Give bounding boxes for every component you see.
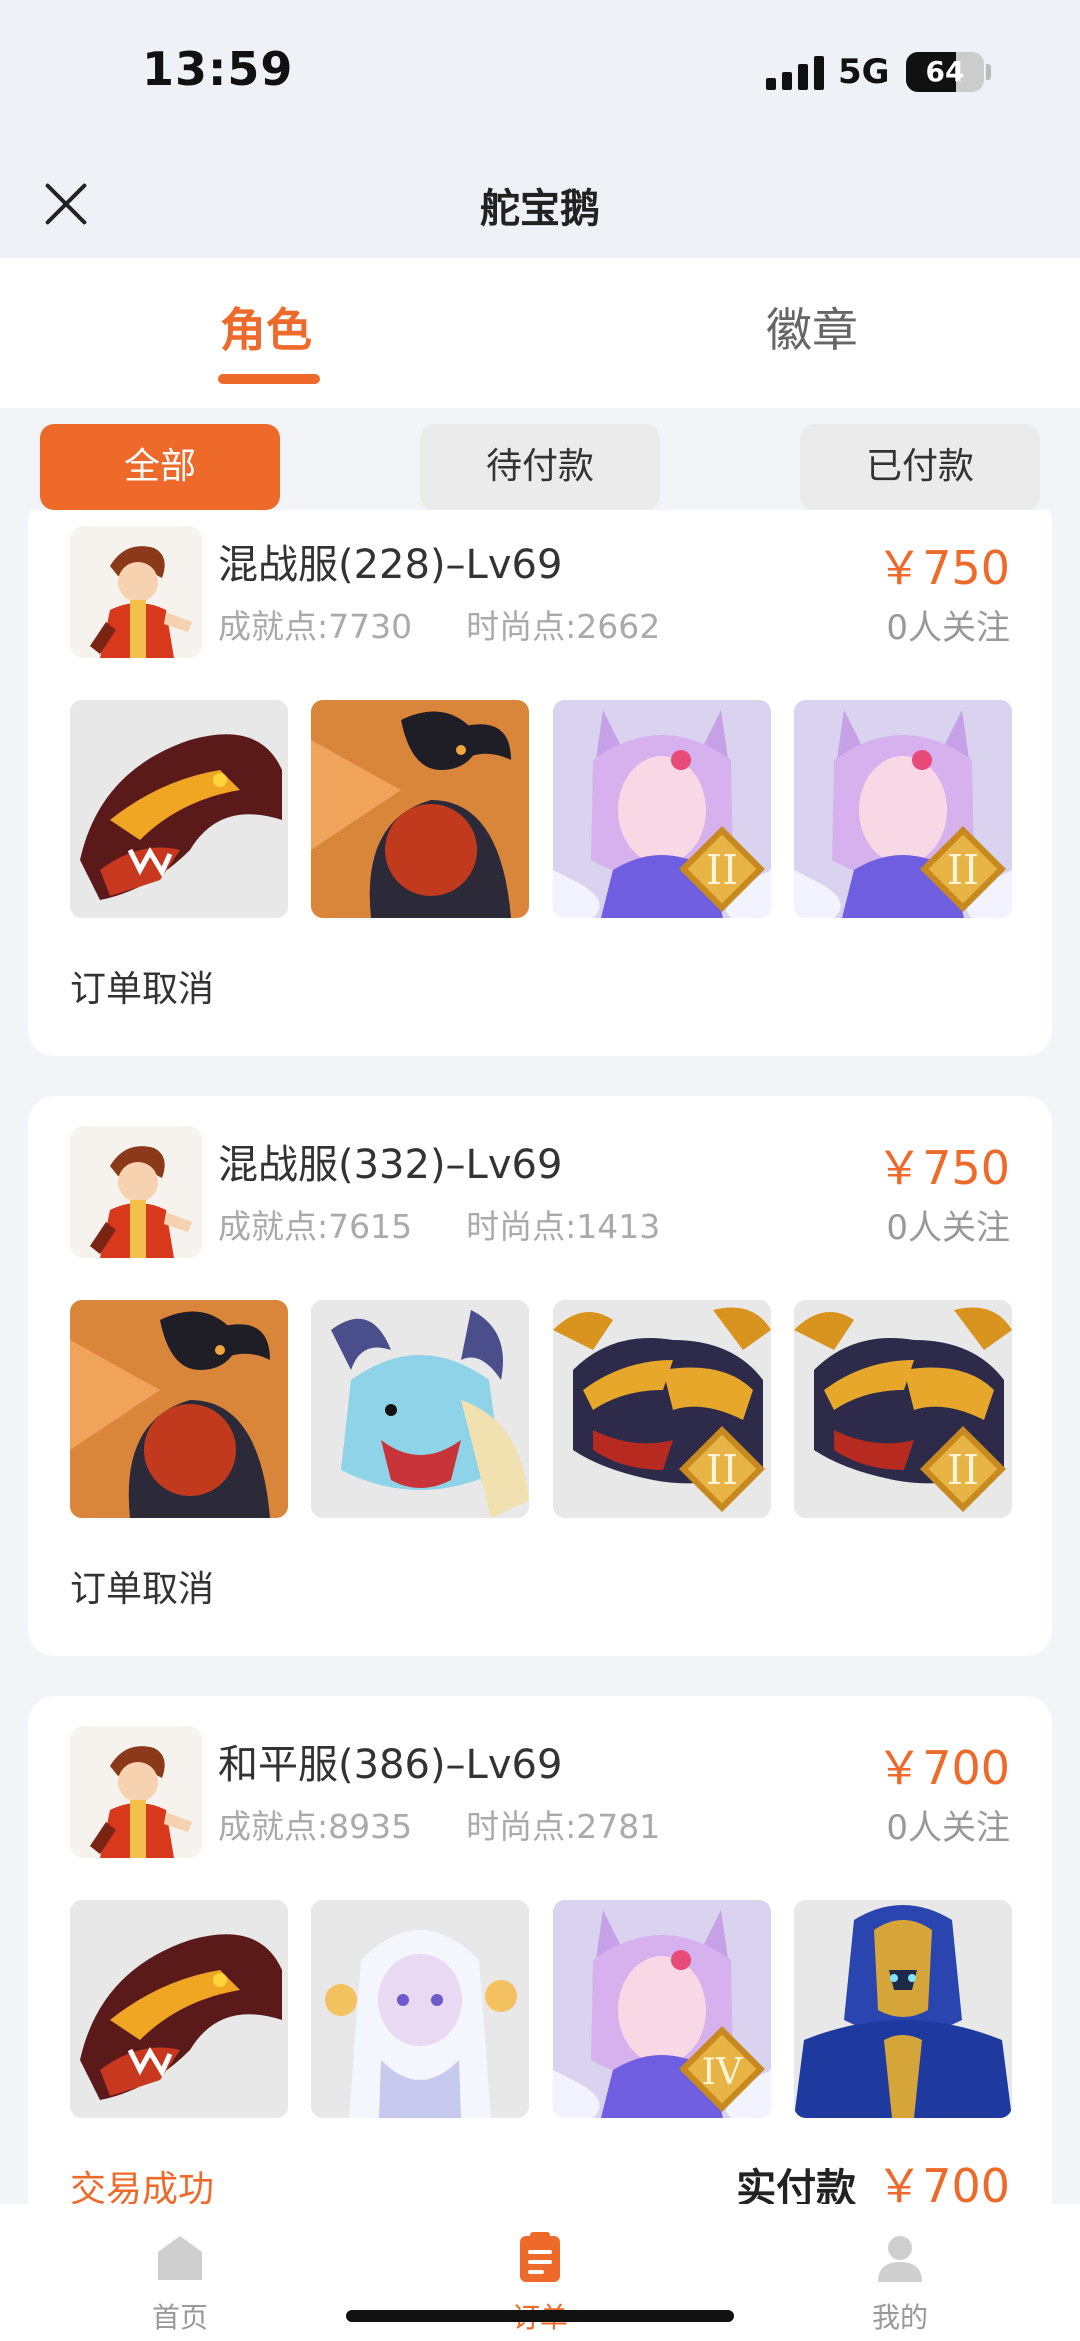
filter-paid-button[interactable]: 已付款 [800, 424, 1040, 510]
order-icon [520, 2232, 560, 2282]
home-indicator [346, 2310, 734, 2322]
fashion-points: 时尚点:1413 [466, 1207, 661, 1246]
fox-spirit-image [553, 1900, 771, 2118]
home-icon [158, 2236, 202, 2280]
page-title: 舵宝鹅 [480, 186, 600, 232]
armored-knight-image [794, 1900, 1012, 2118]
nav-profile[interactable]: 我的 [810, 2232, 990, 2336]
paid-amount: ￥700 [876, 2159, 1010, 2204]
black-ram-pet-image [311, 700, 529, 918]
price: ￥750 [876, 1141, 1010, 1195]
fox-spirit-image [794, 700, 1012, 918]
content-area: 角色 徽章 全部 待付款 已付款 混战服(228)–Lv69 成就点:7730 时… [0, 258, 1080, 2204]
fashion-points: 时尚点:2662 [466, 607, 661, 646]
price: ￥750 [876, 541, 1010, 595]
profile-icon [878, 2236, 922, 2282]
achievement-points: 成就点:7730 [218, 607, 413, 646]
tab-badge[interactable]: 徽章 [766, 294, 858, 360]
character-avatar [70, 526, 202, 658]
follow-count: 0人关注 [886, 608, 1010, 648]
white-spirit-image [311, 1900, 529, 2118]
item-thumbnails [70, 1300, 1012, 1518]
order-card[interactable]: 和平服(386)–Lv69 成就点:8935 时尚点:2781 ￥700 0人关注… [28, 1696, 1052, 2204]
server-level: 混战服(332)–Lv69 [218, 1142, 563, 1188]
paid-label: 实付款 [736, 2166, 857, 2204]
tab-bar: 角色 徽章 [0, 258, 1080, 408]
dragon-pet-image [70, 700, 288, 918]
achievement-points: 成就点:7615 [218, 1207, 413, 1246]
golden-dragon-image [553, 1300, 771, 1518]
nav-home[interactable]: 首页 [90, 2232, 270, 2336]
dragon-pet-image [70, 1900, 288, 2118]
filter-all-button[interactable]: 全部 [40, 424, 280, 510]
stats-row: 成就点:7730 时尚点:2662 [218, 600, 660, 648]
order-status: 订单取消 [70, 969, 215, 1010]
ice-dragon-image [311, 1300, 529, 1518]
price: ￥700 [876, 1741, 1010, 1795]
battery-cap [986, 64, 991, 80]
character-avatar [70, 1726, 202, 1858]
order-card[interactable]: 混战服(332)–Lv69 成就点:7615 时尚点:1413 ￥750 0人关注… [28, 1096, 1052, 1656]
order-list: 混战服(228)–Lv69 成就点:7730 时尚点:2662 ￥750 0人关注… [0, 510, 1080, 2204]
order-card[interactable]: 混战服(228)–Lv69 成就点:7730 时尚点:2662 ￥750 0人关注… [28, 510, 1052, 1056]
server-level: 混战服(228)–Lv69 [218, 542, 563, 588]
network-type: 5G [838, 52, 890, 92]
status-and-title-bar: 13:59 5G 64 舵宝鹅 [0, 0, 1080, 258]
fashion-points: 时尚点:2781 [466, 1807, 661, 1846]
golden-dragon-image [794, 1300, 1012, 1518]
item-thumbnails [70, 1900, 1012, 2118]
filter-pending-button[interactable]: 待付款 [420, 424, 660, 510]
server-level: 和平服(386)–Lv69 [218, 1742, 563, 1788]
paid-amount-row: 实付款 ￥700 [736, 2150, 1010, 2204]
black-ram-pet-image [70, 1300, 288, 1518]
tab-role[interactable]: 角色 [220, 294, 312, 360]
active-tab-indicator [218, 374, 320, 384]
battery-level: 64 [925, 55, 965, 88]
nav-profile-label: 我的 [871, 2301, 928, 2334]
item-thumbnails [70, 700, 1012, 918]
stats-row: 成就点:7615 时尚点:1413 [218, 1200, 660, 1248]
stats-row: 成就点:8935 时尚点:2781 [218, 1800, 660, 1848]
order-status: 交易成功 [70, 2169, 215, 2204]
follow-count: 0人关注 [886, 1208, 1010, 1248]
nav-home-label: 首页 [151, 2301, 208, 2334]
achievement-points: 成就点:8935 [218, 1807, 413, 1846]
order-status: 订单取消 [70, 1569, 215, 1610]
status-time: 13:59 [142, 42, 294, 96]
character-avatar [70, 1126, 202, 1258]
follow-count: 0人关注 [886, 1808, 1010, 1848]
fox-spirit-image [553, 700, 771, 918]
battery-icon: 64 [906, 52, 984, 92]
signal-icon [766, 56, 824, 90]
